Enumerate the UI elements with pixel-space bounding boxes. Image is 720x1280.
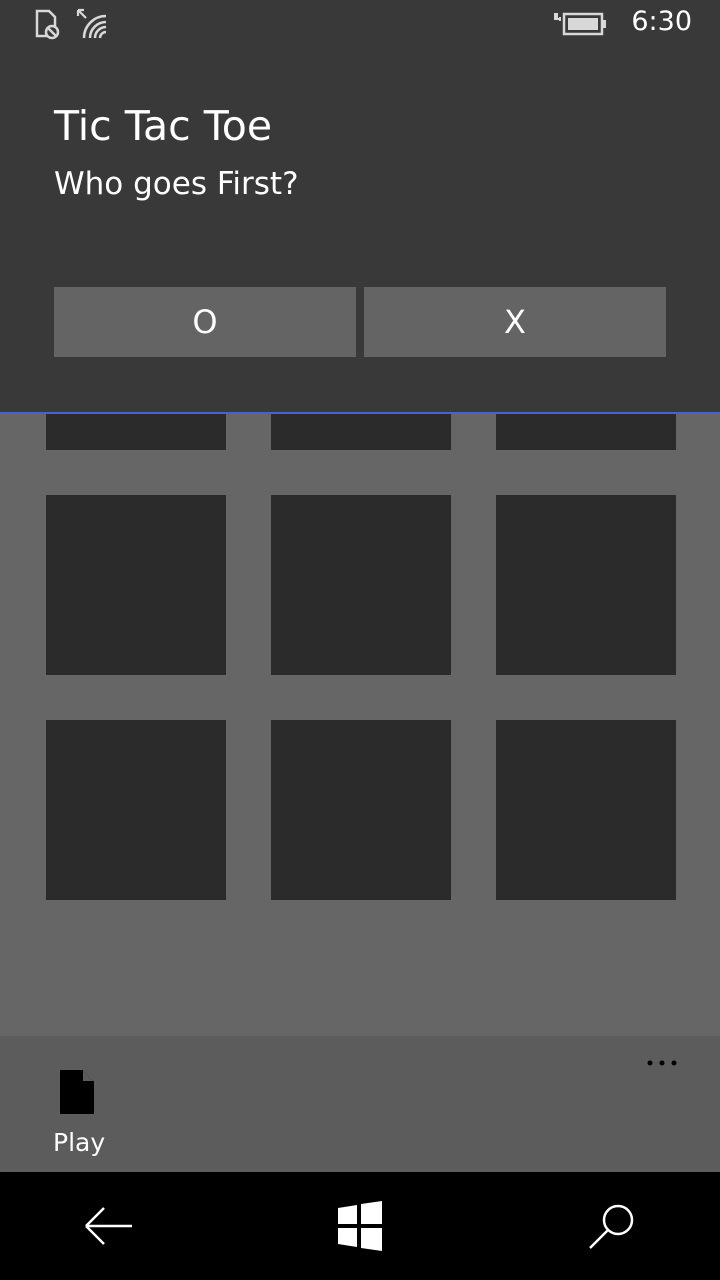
play-button[interactable]: Play (40, 1062, 114, 1162)
first-player-dialog: 6:30 Tic Tac Toe Who goes First? O X (0, 0, 720, 414)
status-bar: 6:30 (0, 0, 720, 50)
dialog-subtitle: Who goes First? (54, 166, 299, 202)
more-button[interactable] (642, 1048, 690, 1078)
navigation-bar (0, 1172, 720, 1280)
status-clock: 6:30 (631, 6, 692, 37)
search-button[interactable] (580, 1194, 644, 1258)
board-cell-7[interactable] (46, 720, 226, 900)
board-cell-5[interactable] (271, 495, 451, 675)
more-icon (642, 1060, 690, 1082)
play-label: Play (53, 1128, 106, 1157)
no-sim-icon (34, 8, 62, 44)
board-cell-4[interactable] (46, 495, 226, 675)
wifi-icon (76, 8, 114, 46)
windows-icon (328, 1201, 392, 1262)
dialog-title: Tic Tac Toe (54, 102, 273, 150)
board-cell-6[interactable] (496, 495, 676, 675)
search-icon (580, 1204, 644, 1262)
back-button[interactable] (76, 1194, 140, 1258)
document-icon (58, 1068, 96, 1120)
board-cell-8[interactable] (271, 720, 451, 900)
choose-x-button[interactable]: X (364, 287, 666, 357)
home-button[interactable] (328, 1194, 392, 1258)
battery-charging-icon (552, 10, 608, 42)
board-cell-9[interactable] (496, 720, 676, 900)
back-arrow-icon (76, 1207, 140, 1262)
app-bar: Play (0, 1036, 720, 1172)
choose-o-button[interactable]: O (54, 287, 356, 357)
